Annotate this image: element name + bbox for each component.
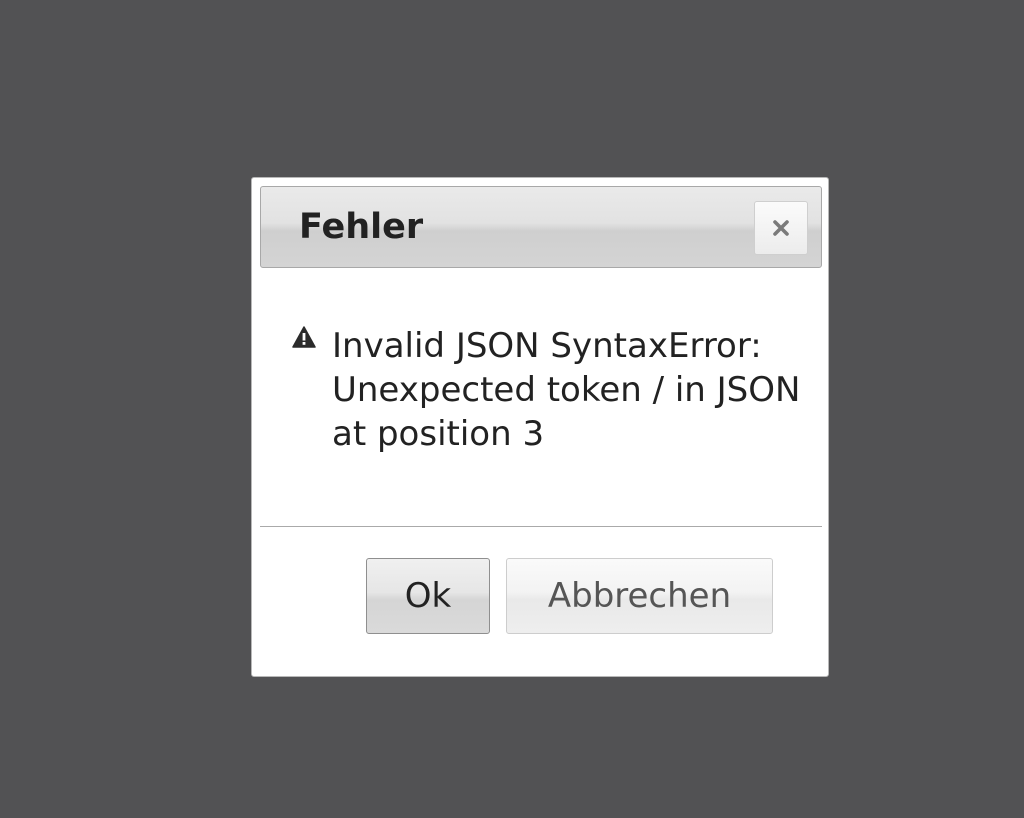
dialog-titlebar: Fehler (260, 186, 822, 268)
error-dialog: Fehler Invalid JSON SyntaxError: Unexpec… (251, 177, 829, 677)
alert-icon (292, 326, 316, 348)
cancel-button[interactable]: Abbrechen (506, 558, 773, 634)
error-message: Invalid JSON SyntaxError: Unexpected tok… (332, 326, 801, 454)
ok-button[interactable]: Ok (366, 558, 490, 634)
button-divider (260, 526, 822, 527)
close-button[interactable] (754, 201, 808, 255)
dialog-title: Fehler (299, 207, 424, 247)
close-icon (773, 220, 789, 236)
